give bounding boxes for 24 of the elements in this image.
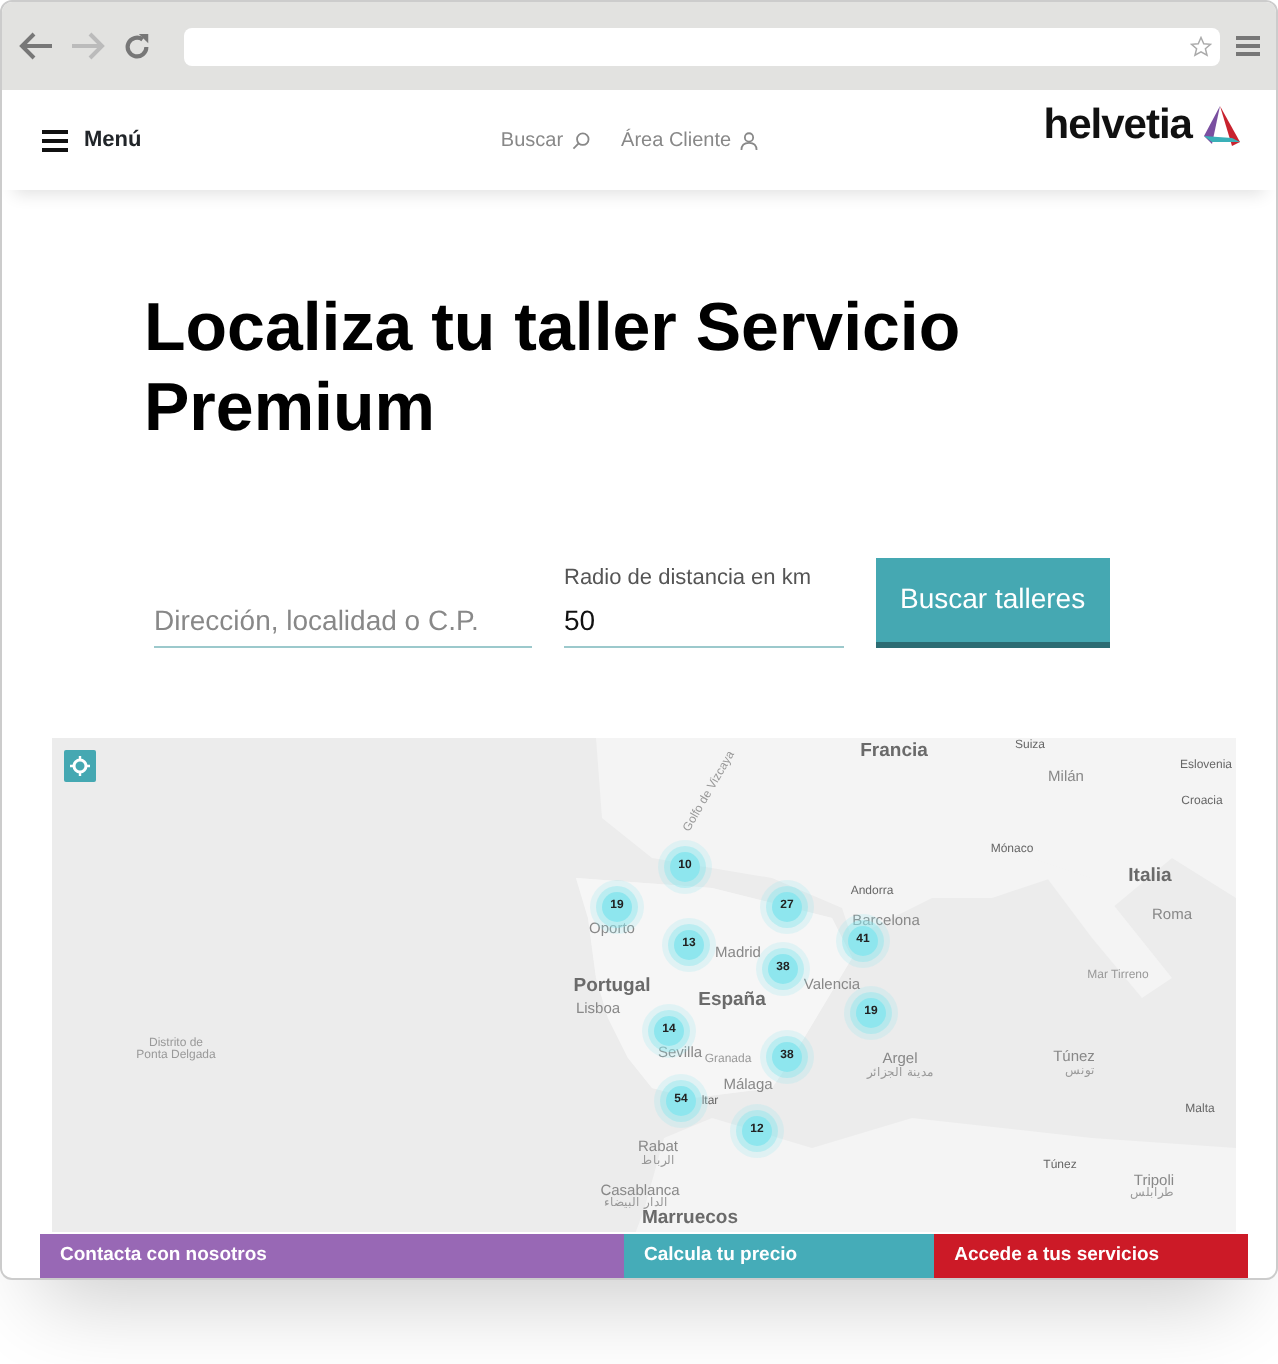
page-title: Localiza tu taller Servicio Premium [144,290,963,450]
field-label: Radio de distancia en km [564,564,814,595]
map-label: Francia [860,741,928,761]
crosshair-icon [70,755,90,776]
map-label: España [698,989,766,1009]
reload-icon[interactable] [122,31,152,61]
user-icon [739,131,758,149]
radius-input-field[interactable]: 50 [564,595,844,648]
map-label: Italia [1128,865,1172,885]
back-arrow-icon[interactable] [18,32,54,60]
search-icon [571,131,590,149]
address-input-field[interactable]: Dirección, localidad o C.P. [154,595,532,648]
nav-link[interactable]: Área Cliente [621,125,758,155]
bottom-bar-link[interactable]: Accede a tus servicios [934,1234,1248,1278]
bottom-bar-link[interactable]: Contacta con nosotros [40,1234,624,1278]
menu-label[interactable]: Menú [84,123,142,157]
nav-link[interactable]: Buscar [500,125,590,155]
menu-icon[interactable] [42,129,68,151]
locate-button[interactable] [64,749,96,782]
star-icon[interactable] [1190,35,1212,57]
logo-icon[interactable] [1200,104,1244,148]
map-label: Marruecos [641,1207,739,1227]
map-label: Portugal [573,975,651,995]
logo-text[interactable]: helvetia [1043,94,1192,158]
